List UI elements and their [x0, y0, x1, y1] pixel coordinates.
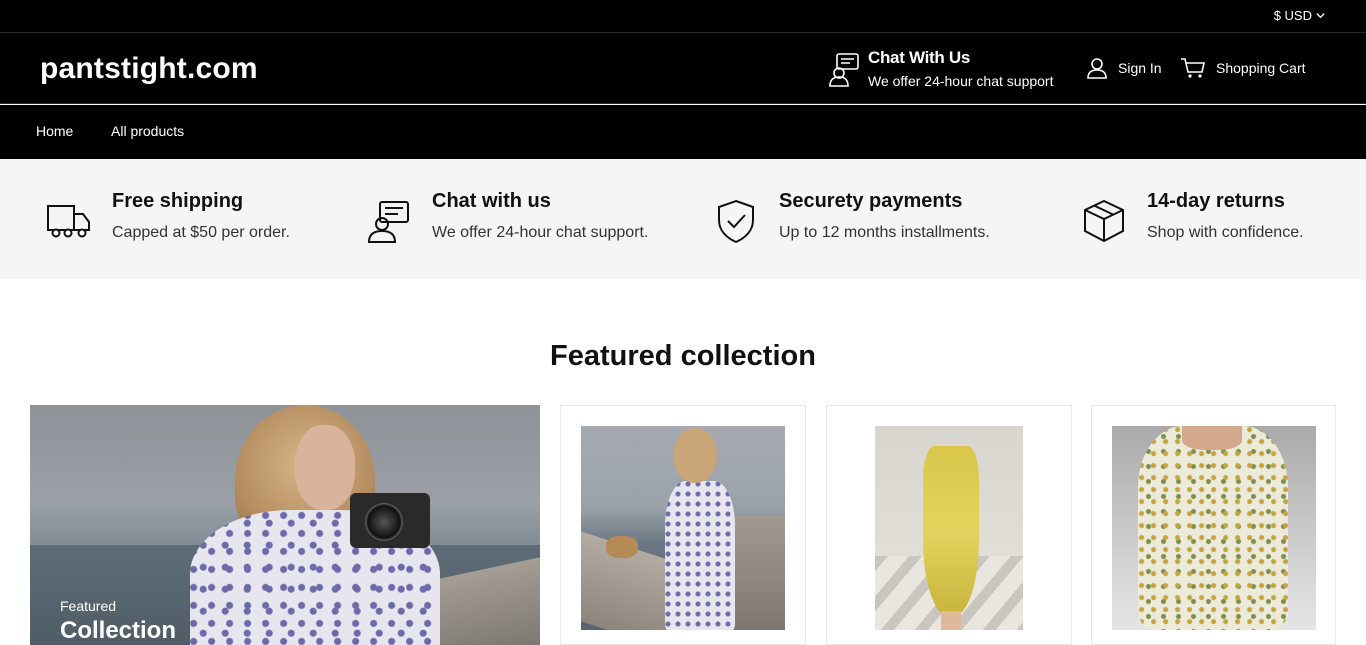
product-image[interactable] [1112, 426, 1316, 630]
cart-label: Shopping Cart [1216, 60, 1306, 76]
feature-title: 14-day returns [1147, 190, 1285, 212]
truck-icon [47, 205, 90, 238]
product-card[interactable] [1091, 405, 1336, 645]
sign-in-label: Sign In [1118, 60, 1162, 76]
box-icon [1084, 199, 1124, 243]
feature-title: Free shipping [112, 190, 244, 212]
feature-subtitle: Up to 12 months installments. [779, 224, 990, 241]
feature-title: Chat with us [432, 190, 551, 212]
shield-check-icon [718, 199, 754, 244]
site-logo[interactable]: pantstight.com [40, 52, 258, 86]
hero-title[interactable]: Collection [60, 617, 176, 645]
product-card[interactable] [560, 405, 806, 645]
user-icon [1087, 58, 1107, 79]
feature-subtitle: Capped at $50 per order. [112, 224, 290, 241]
chevron-down-icon [1316, 13, 1325, 19]
feature-title: Securety payments [779, 190, 963, 212]
chat-with-us[interactable]: Chat With Us We offer 24-hour chat suppo… [828, 49, 1053, 90]
shopping-cart-link[interactable]: Shopping Cart [1180, 57, 1306, 79]
hero-label: Featured [60, 598, 117, 614]
feature-subtitle: We offer 24-hour chat support. [432, 224, 649, 241]
feature-subtitle: Shop with confidence. [1147, 224, 1304, 241]
feature-free-shipping: Free shipping Capped at $50 per order. [46, 190, 290, 244]
chat-support-icon [829, 53, 859, 87]
top-bar: $ USD [0, 0, 1366, 33]
product-image[interactable] [581, 426, 785, 630]
chat-title: Chat With Us [868, 48, 971, 67]
site-header: pantstight.com Chat With Us We offer 24-… [0, 33, 1366, 104]
featured-collection-title: Featured collection [550, 340, 816, 372]
sign-in-link[interactable]: Sign In [1086, 57, 1162, 79]
feature-returns: 14-day returns Shop with confidence. [1081, 190, 1304, 244]
feature-chat: Chat with us We offer 24-hour chat suppo… [366, 190, 648, 244]
product-image[interactable] [875, 426, 1023, 630]
currency-selector[interactable]: $ USD [1274, 8, 1326, 23]
cart-icon [1181, 58, 1205, 78]
feature-payments: Securety payments Up to 12 months instal… [713, 190, 990, 244]
nav-all-products[interactable]: All products [111, 123, 184, 139]
chat-subtitle: We offer 24-hour chat support [868, 73, 1054, 89]
chat-support-icon [367, 201, 409, 243]
product-card[interactable] [826, 405, 1072, 645]
nav-home[interactable]: Home [36, 123, 73, 139]
features-strip: Free shipping Capped at $50 per order. C… [0, 159, 1366, 279]
main-nav: Home All products [0, 105, 1366, 159]
currency-label: $ USD [1273, 8, 1312, 23]
